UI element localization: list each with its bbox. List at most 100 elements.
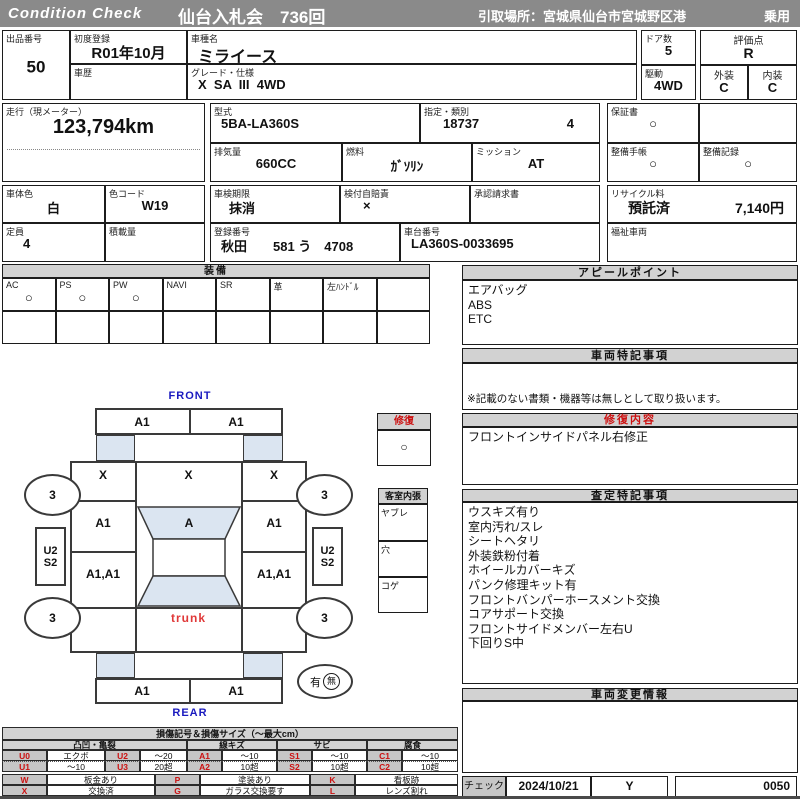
field-plate-number: 登録番号 秋田 581 う 4708	[210, 223, 400, 262]
equipment-label: AC	[6, 280, 19, 290]
legend-group-scratch: 線キズ	[187, 740, 277, 750]
field-value-2: 7,140円	[734, 200, 784, 216]
rocker-panel-left: U2 S2	[35, 527, 66, 586]
panel-mark-fender-left: X	[98, 468, 107, 482]
legend-code: G	[155, 785, 200, 796]
repair-flag-title: 修復	[377, 413, 431, 430]
field-exterior-score: 外装 C	[700, 65, 748, 100]
field-value: 50	[26, 57, 46, 77]
auction-title: 仙台入札会 736回	[178, 8, 326, 27]
legend-desc: ～10	[47, 761, 105, 772]
field-color-code: 色コード W19	[105, 185, 205, 223]
field-label: 出品番号	[6, 34, 43, 44]
field-value: 5	[664, 43, 673, 58]
legend-code: S2	[277, 761, 312, 772]
field-label: 車歴	[74, 68, 93, 78]
panel-mark-door-left: A1	[95, 516, 111, 530]
cowl-left-shaded	[96, 435, 135, 461]
field-value: R01年10月	[91, 45, 166, 62]
legend-desc: エクボ	[47, 750, 105, 761]
bottom-rule	[0, 796, 800, 799]
wheel-front-left: 3	[24, 474, 81, 516]
field-value: 18737	[443, 116, 480, 131]
wheel-front-right: 3	[296, 474, 353, 516]
field-label: 福祉車両	[611, 227, 648, 237]
panel-mark-hood: X	[184, 468, 193, 482]
equipment-label: 革	[273, 282, 283, 292]
wheel-mark: 3	[49, 611, 56, 625]
roof-shape	[152, 538, 226, 577]
field-value: X SA III 4WD	[198, 77, 286, 92]
equipment-row-empty	[2, 311, 430, 344]
equipment-cell-blank	[376, 278, 430, 311]
field-value: ×	[363, 198, 371, 213]
equipment-row: AC ○ PS ○ PW ○ NAVI SR 革 左ﾊﾝﾄﾞﾙ	[2, 278, 430, 311]
field-lot-number: 出品番号 50	[2, 30, 70, 100]
field-vin: 車台番号 LA360S-0033695	[400, 223, 600, 262]
legend-desc: ガラス交換要す	[200, 785, 310, 796]
legend-desc: 20超	[140, 761, 187, 772]
field-inspection-expiry: 車検期限 抹消	[210, 185, 340, 223]
field-welfare-vehicle: 福祉車両	[607, 223, 797, 262]
field-label: 積載量	[109, 227, 137, 237]
legend-desc: ～10	[222, 750, 277, 761]
equipment-cell-ac: AC ○	[2, 278, 56, 311]
glass-shapes	[136, 506, 242, 607]
equipment-mark: ○	[24, 290, 33, 305]
wheel-mark: 3	[321, 611, 328, 625]
legend-desc: 10超	[222, 761, 277, 772]
legend-code: C1	[367, 750, 402, 761]
field-value: 抹消	[229, 201, 256, 216]
assessment-notes-title: 査定特記事項	[462, 489, 798, 502]
check-number: 0050	[675, 776, 797, 797]
legend-desc: 塗装あり	[200, 774, 310, 785]
legend-code: U0	[2, 750, 47, 761]
legend-desc: ～10	[402, 750, 458, 761]
equipment-cell-empty	[55, 311, 109, 344]
legend-code: C2	[367, 761, 402, 772]
vehicle-usage: 乗用	[763, 9, 790, 24]
field-history: 車歴	[70, 64, 187, 100]
diagram-front-label: FRONT	[168, 390, 212, 402]
legend-desc: ～20	[140, 750, 187, 761]
field-value: R	[743, 45, 754, 61]
field-value: 123,794km	[7, 116, 200, 150]
field-model-code: 型式 5BA-LA360S	[210, 103, 420, 143]
field-value-2: 4	[566, 116, 574, 131]
damage-legend-table: 損傷記号＆損傷サイズ（～最大cm） 凸凹・亀裂 線キズ サビ 腐食 U0 エクボ …	[2, 727, 458, 772]
field-interior-score: 内装 C	[748, 65, 797, 100]
field-value: ｶﾞｿﾘﾝ	[390, 159, 424, 174]
field-doors: ドア数 5	[641, 30, 696, 65]
field-blank	[699, 103, 797, 143]
check-label: チェック	[462, 776, 506, 797]
check-inspector: Y	[591, 776, 668, 797]
legend-group-rust: サビ	[277, 740, 367, 750]
repair-details-title: 修復内容	[462, 413, 798, 427]
field-drivetrain: 駆動 4WD	[641, 65, 696, 100]
rear-cowl-left-shaded	[96, 653, 135, 678]
wheel-rear-right: 3	[296, 597, 353, 639]
legend-desc: レンズ割れ	[355, 785, 458, 796]
field-load-capacity: 積載量	[105, 223, 205, 262]
legend-code: S1	[277, 750, 312, 761]
vehicle-notes-disclaimer: ※記載のない書類・機器等は無しとして取り扱います。	[467, 393, 727, 406]
field-class-number: 指定・類別 18737 4	[420, 103, 600, 143]
field-value: 5BA-LA360S	[221, 116, 300, 131]
legend-code: W	[2, 774, 47, 785]
condition-check-sheet: Condition Check 仙台入札会 736回 引取場所：宮城県仙台市宮城…	[0, 0, 800, 800]
legend-code: A1	[187, 750, 222, 761]
pickup-location: 引取場所：宮城県仙台市宮城野区港	[478, 9, 687, 24]
appeal-points-body: エアバッグ ABS ETC	[462, 280, 798, 345]
equipment-cell-ps: PS ○	[55, 278, 109, 311]
legend-group-dent: 凸凹・亀裂	[2, 740, 187, 750]
field-label: 承認請求書	[474, 189, 520, 199]
field-body-color: 車体色 白	[2, 185, 105, 223]
field-mileage: 走行（現メーター） 123,794km	[2, 103, 205, 182]
repair-details-body: フロントインサイドパネル右修正	[462, 427, 798, 485]
field-model-name: 車種名 ミライース	[187, 30, 637, 66]
field-value: 預託済	[628, 200, 670, 216]
equipment-cell-empty	[269, 311, 323, 344]
wheel-rear-left: 3	[24, 597, 81, 639]
diagram-rear-label: REAR	[172, 707, 208, 719]
equipment-cell-empty	[2, 311, 56, 344]
